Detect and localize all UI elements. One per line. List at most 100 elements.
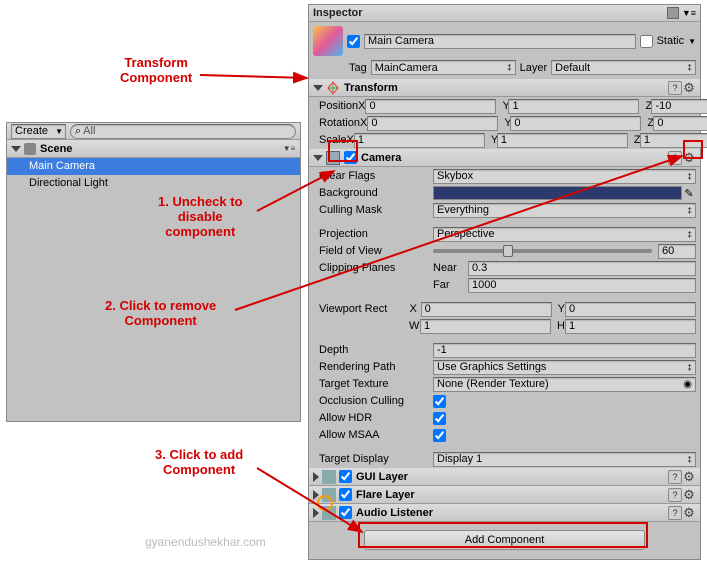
- highlight-circle: [317, 495, 333, 511]
- help-icon[interactable]: ?: [668, 81, 682, 95]
- popup-icon[interactable]: ▼≡: [682, 8, 696, 18]
- background-color[interactable]: [433, 186, 682, 200]
- gear-icon[interactable]: ⚙: [682, 470, 696, 484]
- camera-body: Clear FlagsSkybox‡ Background✎ Culling M…: [309, 168, 700, 467]
- component-icon: [322, 470, 336, 484]
- object-name-field[interactable]: [364, 34, 636, 49]
- rotation-z[interactable]: [653, 116, 707, 131]
- scale-x[interactable]: [354, 133, 485, 148]
- scale-y[interactable]: [497, 133, 628, 148]
- eyedropper-icon[interactable]: ✎: [682, 187, 696, 200]
- hdr-checkbox[interactable]: [433, 412, 446, 425]
- rendering-path-value: Use Graphics Settings: [437, 361, 546, 373]
- help-icon[interactable]: ?: [668, 470, 682, 484]
- gameobject-icon: [313, 26, 343, 56]
- msaa-checkbox[interactable]: [433, 429, 446, 442]
- inspector-panel: Inspector ▼≡ Static ▼ Tag MainCamera‡ La…: [308, 4, 701, 560]
- culling-mask-label: Culling Mask: [313, 204, 433, 216]
- static-checkbox[interactable]: [640, 35, 653, 48]
- scene-header[interactable]: Scene ▼≡: [7, 140, 300, 158]
- viewport-h[interactable]: [565, 319, 696, 334]
- fov-value[interactable]: [658, 244, 696, 259]
- position-x[interactable]: [365, 99, 496, 114]
- position-y[interactable]: [508, 99, 639, 114]
- gear-icon[interactable]: ⚙: [682, 488, 696, 502]
- target-texture-field[interactable]: None (Render Texture)◉: [433, 377, 696, 392]
- rotation-label: Rotation: [313, 117, 360, 129]
- flare-layer-title: Flare Layer: [356, 489, 415, 501]
- far-value[interactable]: [468, 278, 696, 293]
- help-icon[interactable]: ?: [668, 488, 682, 502]
- rotation-x[interactable]: [367, 116, 498, 131]
- fov-label: Field of View: [313, 245, 433, 257]
- clear-flags-value: Skybox: [437, 170, 473, 182]
- audio-listener-checkbox[interactable]: [339, 506, 352, 519]
- camera-icon: [326, 151, 340, 165]
- static-label: Static: [657, 35, 685, 47]
- msaa-label: Allow MSAA: [313, 429, 433, 441]
- tag-dropdown[interactable]: MainCamera‡: [371, 60, 516, 75]
- projection-value: Perspective: [437, 228, 494, 240]
- rendering-path-dropdown[interactable]: Use Graphics Settings‡: [433, 360, 696, 375]
- camera-gear-icon[interactable]: ⚙: [682, 151, 696, 165]
- projection-dropdown[interactable]: Perspective‡: [433, 227, 696, 242]
- hierarchy-item-label: Main Camera: [29, 160, 95, 172]
- camera-header[interactable]: Camera ? ⚙: [309, 149, 700, 167]
- target-display-dropdown[interactable]: Display 1‡: [433, 452, 696, 467]
- slider-thumb[interactable]: [503, 245, 513, 257]
- culling-mask-dropdown[interactable]: Everything‡: [433, 203, 696, 218]
- gear-icon[interactable]: ⚙: [682, 81, 696, 95]
- layer-label: Layer: [520, 62, 548, 74]
- gui-layer-checkbox[interactable]: [339, 470, 352, 483]
- static-dropdown-icon[interactable]: ▼: [688, 37, 696, 46]
- gear-icon[interactable]: ⚙: [682, 506, 696, 520]
- viewport-label: Viewport Rect: [313, 303, 410, 315]
- object-header: Static ▼: [309, 22, 700, 60]
- position-z[interactable]: [651, 99, 707, 114]
- camera-enabled-checkbox[interactable]: [344, 151, 357, 164]
- clear-flags-dropdown[interactable]: Skybox‡: [433, 169, 696, 184]
- layer-value: Default: [555, 62, 590, 74]
- lock-icon[interactable]: [667, 7, 679, 19]
- depth-value[interactable]: [433, 343, 696, 358]
- transform-body: PositionXYZ RotationXYZ ScaleXYZ: [309, 98, 700, 148]
- viewport-w[interactable]: [420, 319, 551, 334]
- audio-listener-header[interactable]: Audio Listener?⚙: [309, 504, 700, 522]
- hierarchy-item[interactable]: Directional Light: [7, 175, 300, 192]
- create-button[interactable]: Create ▼: [11, 124, 66, 139]
- scale-z[interactable]: [640, 133, 707, 148]
- help-icon[interactable]: ?: [668, 151, 682, 165]
- flare-layer-checkbox[interactable]: [339, 488, 352, 501]
- hierarchy-item-selected[interactable]: Main Camera: [7, 158, 300, 175]
- tag-layer-row: Tag MainCamera‡ Layer Default‡: [309, 60, 700, 79]
- fov-slider[interactable]: [433, 249, 652, 253]
- target-texture-label: Target Texture: [313, 378, 433, 390]
- watermark: gyanendushekhar.com: [145, 535, 266, 549]
- transform-icon: [326, 81, 340, 95]
- transform-header[interactable]: Transform ? ⚙: [309, 79, 700, 97]
- transform-title: Transform: [344, 82, 398, 94]
- foldout-icon: [313, 508, 319, 518]
- flare-layer-header[interactable]: Flare Layer?⚙: [309, 486, 700, 504]
- rotation-y[interactable]: [510, 116, 641, 131]
- background-label: Background: [313, 187, 433, 199]
- gui-layer-header[interactable]: GUI Layer?⚙: [309, 468, 700, 486]
- rendering-path-label: Rendering Path: [313, 361, 433, 373]
- camera-title: Camera: [361, 152, 401, 164]
- viewport-y[interactable]: [565, 302, 696, 317]
- near-value[interactable]: [468, 261, 696, 276]
- audio-listener-title: Audio Listener: [356, 507, 433, 519]
- scene-icon: [24, 143, 36, 155]
- layer-dropdown[interactable]: Default‡: [551, 60, 696, 75]
- depth-label: Depth: [313, 344, 433, 356]
- occlusion-checkbox[interactable]: [433, 395, 446, 408]
- hierarchy-search[interactable]: ⌕ All: [70, 124, 296, 139]
- popup-icon[interactable]: ▼≡: [282, 142, 296, 156]
- help-icon[interactable]: ?: [668, 506, 682, 520]
- annotation-3: 3. Click to add Component: [155, 447, 243, 477]
- foldout-icon: [313, 472, 319, 482]
- add-component-button[interactable]: Add Component: [364, 530, 645, 550]
- scale-label: Scale: [313, 134, 347, 146]
- active-checkbox[interactable]: [347, 35, 360, 48]
- viewport-x[interactable]: [421, 302, 552, 317]
